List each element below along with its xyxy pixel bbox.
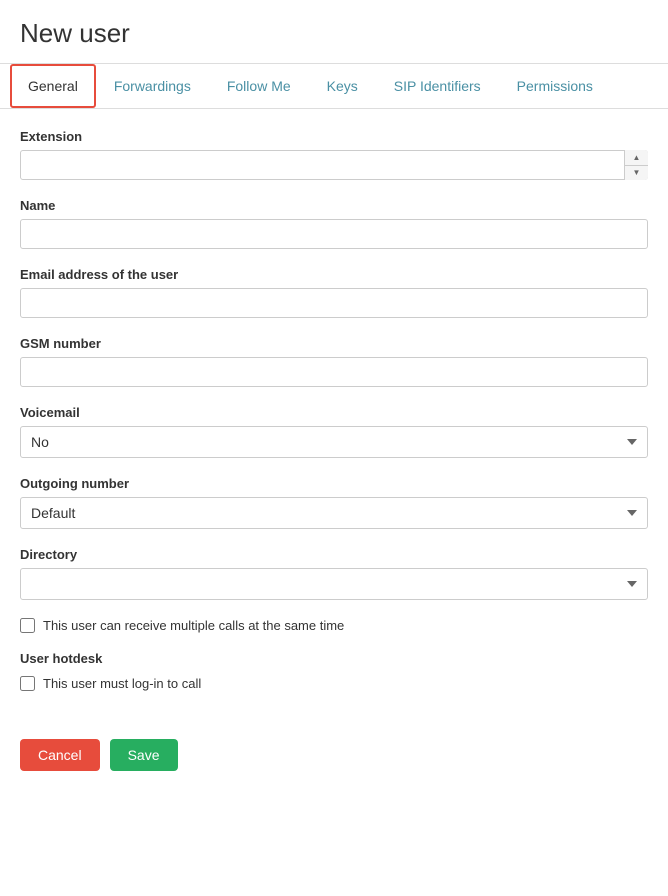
outgoing-number-group: Outgoing number Default	[20, 476, 648, 529]
outgoing-number-label: Outgoing number	[20, 476, 648, 491]
outgoing-number-select[interactable]: Default	[20, 497, 648, 529]
voicemail-select[interactable]: No Yes	[20, 426, 648, 458]
tab-permissions[interactable]: Permissions	[499, 64, 611, 108]
name-label: Name	[20, 198, 648, 213]
button-bar: Cancel Save	[0, 729, 668, 791]
page-title: New user	[0, 0, 668, 63]
tab-general[interactable]: General	[10, 64, 96, 108]
tab-keys[interactable]: Keys	[309, 64, 376, 108]
tab-follow-me[interactable]: Follow Me	[209, 64, 309, 108]
extension-spinner: ▲ ▼	[624, 150, 648, 180]
directory-select[interactable]	[20, 568, 648, 600]
directory-label: Directory	[20, 547, 648, 562]
gsm-label: GSM number	[20, 336, 648, 351]
tab-sip-identifiers[interactable]: SIP Identifiers	[376, 64, 499, 108]
voicemail-group: Voicemail No Yes	[20, 405, 648, 458]
cancel-button[interactable]: Cancel	[20, 739, 100, 771]
multiple-calls-checkbox[interactable]	[20, 618, 35, 633]
gsm-group: GSM number	[20, 336, 648, 387]
voicemail-label: Voicemail	[20, 405, 648, 420]
gsm-input[interactable]	[20, 357, 648, 387]
multiple-calls-label: This user can receive multiple calls at …	[43, 618, 344, 633]
extension-input-wrapper: ▲ ▼	[20, 150, 648, 180]
user-hotdesk-section-label: User hotdesk	[20, 651, 648, 666]
must-login-label: This user must log-in to call	[43, 676, 201, 691]
email-input[interactable]	[20, 288, 648, 318]
extension-input[interactable]	[20, 150, 648, 180]
email-label: Email address of the user	[20, 267, 648, 282]
extension-spinner-down[interactable]: ▼	[625, 166, 648, 181]
tab-forwardings[interactable]: Forwardings	[96, 64, 209, 108]
save-button[interactable]: Save	[110, 739, 178, 771]
email-group: Email address of the user	[20, 267, 648, 318]
form-area: Extension ▲ ▼ Name Email address of the …	[0, 109, 668, 729]
extension-group: Extension ▲ ▼	[20, 129, 648, 180]
tab-bar: General Forwardings Follow Me Keys SIP I…	[0, 63, 668, 109]
directory-group: Directory	[20, 547, 648, 600]
must-login-checkbox[interactable]	[20, 676, 35, 691]
name-input[interactable]	[20, 219, 648, 249]
name-group: Name	[20, 198, 648, 249]
must-login-group: This user must log-in to call	[20, 676, 648, 691]
multiple-calls-group: This user can receive multiple calls at …	[20, 618, 648, 633]
extension-label: Extension	[20, 129, 648, 144]
extension-spinner-up[interactable]: ▲	[625, 150, 648, 166]
